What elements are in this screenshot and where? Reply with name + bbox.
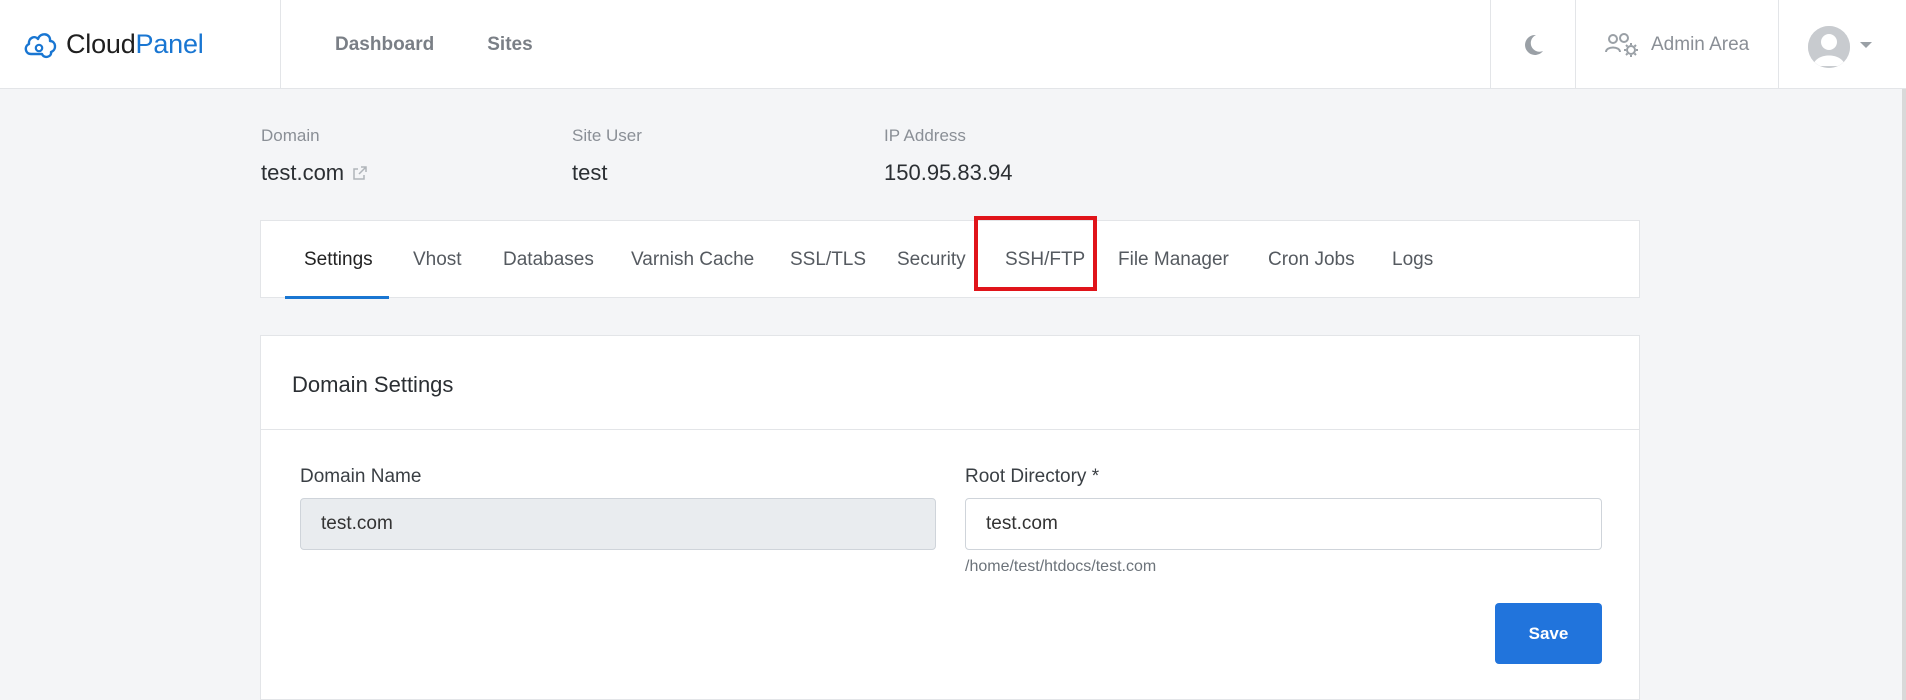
ip-address-label: IP Address [884,126,966,145]
tab-ssh-ftp[interactable]: SSH/FTP [1005,221,1085,299]
ip-address-info: IP Address 150.95.83.94 [884,126,1012,186]
tab-settings[interactable]: Settings [304,221,373,299]
domain-name-field: test.com [300,498,936,550]
main-nav: Dashboard Sites [335,0,586,89]
site-user-label: Site User [572,126,642,145]
external-link-icon[interactable] [352,165,368,181]
nav-dashboard[interactable]: Dashboard [335,34,434,56]
domain-label: Domain [261,126,320,145]
tab-varnish-cache[interactable]: Varnish Cache [631,221,754,299]
users-gear-icon [1605,33,1638,57]
site-user-info: Site User test [572,126,642,186]
tab-file-manager[interactable]: File Manager [1118,221,1229,299]
root-directory-label: Root Directory * [965,466,1100,487]
user-avatar-icon [1808,26,1850,68]
brand-name-part1: Cloud [66,28,136,59]
root-directory-help: /home/test/htdocs/test.com [965,558,1157,575]
brand-name: CloudPanel [66,29,204,60]
brand-logo[interactable]: CloudPanel [22,24,204,64]
save-button[interactable]: Save [1495,603,1602,664]
active-tab-indicator [285,296,389,299]
domain-value: test.com [261,160,345,185]
site-domain-info: Domain test.com [261,126,368,186]
divider [1575,0,1576,89]
tab-databases[interactable]: Databases [503,221,594,299]
card-title: Domain Settings [292,372,454,397]
ip-address-value: 150.95.83.94 [884,160,1013,185]
tab-security[interactable]: Security [897,221,966,299]
tab-logs[interactable]: Logs [1392,221,1433,299]
divider [261,429,1639,430]
admin-area-label: Admin Area [1651,34,1750,55]
site-tabs: Settings Vhost Databases Varnish Cache S… [260,220,1640,299]
user-avatar[interactable] [1808,26,1850,68]
brand-name-part2: Panel [135,28,204,59]
tab-cron-jobs[interactable]: Cron Jobs [1268,221,1355,299]
divider [1490,0,1491,89]
dark-mode-moon-icon[interactable] [1520,32,1546,58]
cloud-logo-icon [24,33,57,59]
domain-settings-card: Domain Settings Domain Name test.com Roo… [260,335,1640,700]
chevron-down-icon[interactable] [1860,42,1872,48]
tab-ssl-tls[interactable]: SSL/TLS [790,221,866,299]
domain-name-label: Domain Name [300,466,422,487]
divider [280,0,281,89]
tab-vhost[interactable]: Vhost [413,221,462,299]
root-directory-field[interactable]: test.com [965,498,1602,550]
admin-area-link[interactable]: Admin Area [1605,30,1749,60]
scrollbar[interactable] [1902,89,1906,700]
divider [1778,0,1779,89]
nav-sites[interactable]: Sites [487,34,532,56]
site-user-value: test [572,160,608,185]
top-navbar: CloudPanel Dashboard Sites Admin Area [0,0,1906,89]
